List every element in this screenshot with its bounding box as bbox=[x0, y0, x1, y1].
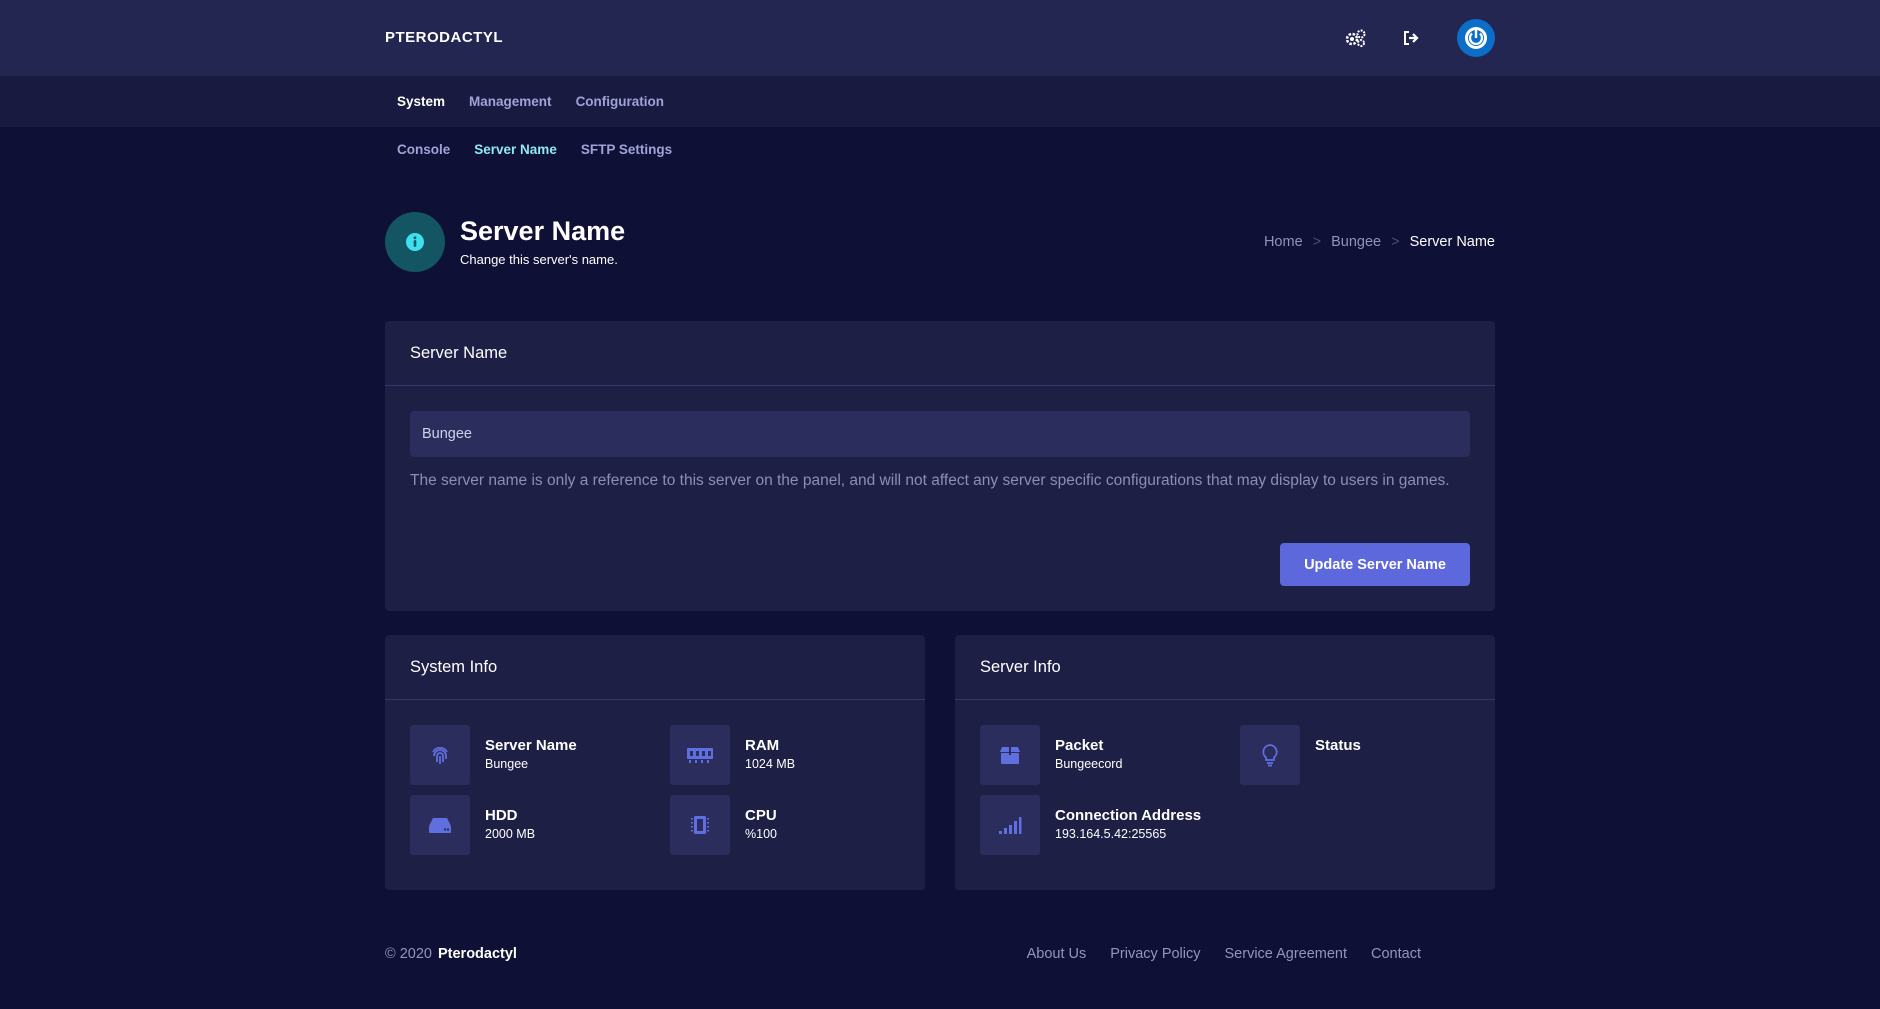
server-name-input[interactable] bbox=[410, 411, 1470, 457]
breadcrumb-separator: > bbox=[1391, 234, 1400, 250]
main-nav: System Management Configuration bbox=[0, 76, 1880, 127]
brand-logo[interactable]: PTERODACTYL bbox=[385, 29, 503, 46]
help-text: The server name is only a reference to t… bbox=[410, 472, 1450, 489]
info-label: Connection Address bbox=[1055, 807, 1202, 824]
gears-icon[interactable] bbox=[1345, 27, 1367, 49]
signal-icon bbox=[980, 795, 1040, 855]
cpu-icon bbox=[670, 795, 730, 855]
server-name-card: Server Name The server name is only a re… bbox=[385, 321, 1495, 611]
info-icon bbox=[385, 212, 445, 272]
nav-configuration[interactable]: Configuration bbox=[576, 94, 664, 109]
breadcrumb-home[interactable]: Home bbox=[1264, 234, 1303, 250]
copyright-brand[interactable]: Pterodactyl bbox=[438, 946, 517, 962]
info-label: Status bbox=[1315, 737, 1361, 754]
subnav-console[interactable]: Console bbox=[397, 142, 450, 157]
nav-management[interactable]: Management bbox=[469, 94, 552, 109]
subnav-sftp-settings[interactable]: SFTP Settings bbox=[581, 142, 672, 157]
copyright-prefix: © 2020 bbox=[385, 946, 432, 962]
memory-icon bbox=[670, 725, 730, 785]
footer: © 2020 Pterodactyl About Us Privacy Polic… bbox=[385, 946, 1495, 966]
info-item-connection-address: Connection Address 193.164.5.42:25565 bbox=[980, 795, 1280, 855]
system-info-card: System Info Server Name Bungee RAM 1024 … bbox=[385, 635, 925, 890]
info-value: Bungee bbox=[485, 757, 529, 771]
info-label: CPU bbox=[745, 807, 777, 824]
info-item-cpu: CPU %100 bbox=[670, 795, 910, 855]
info-value: 193.164.5.42:25565 bbox=[1055, 827, 1167, 841]
sub-nav: Console Server Name SFTP Settings bbox=[397, 142, 672, 157]
info-value: Bungeecord bbox=[1055, 757, 1123, 771]
info-label: Server Name bbox=[485, 737, 577, 754]
top-icons bbox=[1345, 19, 1495, 57]
info-item-server-name: Server Name Bungee bbox=[410, 725, 650, 785]
server-info-card: Server Info Packet Bungeecord Status Con… bbox=[955, 635, 1495, 890]
breadcrumb-current: Server Name bbox=[1409, 234, 1495, 250]
footer-links: About Us Privacy Policy Service Agreemen… bbox=[1027, 946, 1421, 962]
power-icon[interactable] bbox=[1457, 19, 1495, 57]
page-subtitle: Change this server's name. bbox=[460, 252, 618, 267]
top-bar: PTERODACTYL bbox=[0, 0, 1880, 76]
info-item-ram: RAM 1024 MB bbox=[670, 725, 910, 785]
system-info-grid: Server Name Bungee RAM 1024 MB HDD 2000 … bbox=[410, 725, 920, 855]
update-server-name-button[interactable]: Update Server Name bbox=[1280, 543, 1470, 586]
fingerprint-icon bbox=[410, 725, 470, 785]
footer-link-service-agreement[interactable]: Service Agreement bbox=[1225, 946, 1348, 962]
footer-link-privacy-policy[interactable]: Privacy Policy bbox=[1110, 946, 1200, 962]
info-item-status: Status bbox=[1240, 725, 1480, 785]
info-value: %100 bbox=[745, 827, 777, 841]
info-label: RAM bbox=[745, 737, 780, 754]
breadcrumb-separator: > bbox=[1312, 234, 1322, 250]
card-title: Server Name bbox=[385, 321, 1495, 386]
logout-icon[interactable] bbox=[1401, 27, 1423, 49]
breadcrumb-server[interactable]: Bungee bbox=[1331, 234, 1381, 250]
info-label: HDD bbox=[485, 807, 518, 824]
info-value: 1024 MB bbox=[745, 757, 796, 771]
subnav-server-name[interactable]: Server Name bbox=[474, 142, 557, 157]
hdd-icon bbox=[410, 795, 470, 855]
page-header: Server Name Change this server's name. H… bbox=[385, 212, 1495, 274]
lightbulb-icon bbox=[1240, 725, 1300, 785]
info-label: Packet bbox=[1055, 737, 1104, 754]
footer-link-contact[interactable]: Contact bbox=[1371, 946, 1421, 962]
server-info-grid: Packet Bungeecord Status Connection Addr… bbox=[980, 725, 1490, 855]
copyright: © 2020 Pterodactyl bbox=[385, 946, 517, 962]
info-item-hdd: HDD 2000 MB bbox=[410, 795, 650, 855]
page-title: Server Name bbox=[460, 216, 626, 246]
footer-link-about-us[interactable]: About Us bbox=[1027, 946, 1087, 962]
card-title: Server Info bbox=[955, 635, 1495, 700]
breadcrumb: Home > Bungee > Server Name bbox=[1264, 234, 1495, 250]
box-icon bbox=[980, 725, 1040, 785]
nav-system[interactable]: System bbox=[397, 94, 445, 109]
card-title: System Info bbox=[385, 635, 925, 700]
info-item-packet: Packet Bungeecord bbox=[980, 725, 1220, 785]
info-value: 2000 MB bbox=[485, 827, 536, 841]
